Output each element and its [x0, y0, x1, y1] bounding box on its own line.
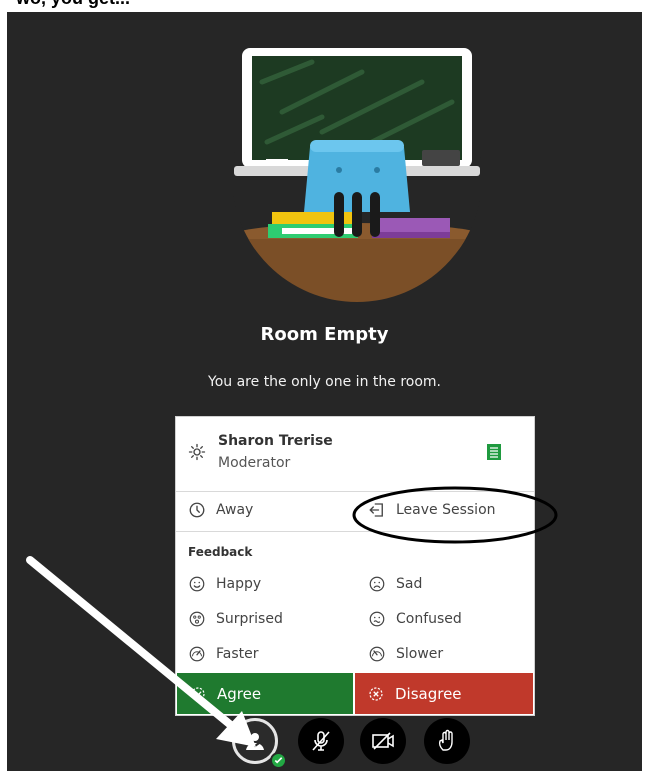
- feedback-slower-button[interactable]: Slower: [368, 645, 443, 663]
- settings-gear-icon[interactable]: [188, 443, 206, 461]
- faster-icon: [189, 646, 205, 662]
- raise-hand-icon: [438, 729, 453, 751]
- disagree-icon: [369, 686, 383, 701]
- room-status-title: Room Empty: [260, 324, 389, 345]
- vote-buttons: Agree Disagree: [177, 673, 533, 714]
- profile-section: Sharon Trerise Moderator: [176, 417, 534, 492]
- feedback-confused-button[interactable]: Confused: [368, 610, 462, 628]
- feedback-faster-button[interactable]: Faster: [188, 645, 259, 663]
- agree-label: Agree: [217, 684, 262, 703]
- away-button[interactable]: Away: [188, 501, 253, 519]
- sad-face-icon: [369, 576, 385, 592]
- room-status-message: You are the only one in the room.: [208, 374, 441, 390]
- microphone-toggle[interactable]: [298, 718, 344, 764]
- agree-button[interactable]: Agree: [177, 673, 353, 714]
- happy-face-icon: [189, 576, 205, 592]
- session-stage: Room Empty You are the only one in the r…: [7, 12, 642, 771]
- confused-face-icon: [369, 611, 385, 627]
- annotation-oval-highlight: [352, 486, 558, 544]
- notes-list-icon[interactable]: [487, 444, 501, 460]
- microphone-off-icon: [312, 731, 330, 751]
- raise-hand-button[interactable]: [424, 718, 470, 764]
- user-avatar-icon: [246, 733, 264, 750]
- user-role: Moderator: [218, 455, 291, 471]
- slower-icon: [369, 646, 385, 662]
- camera-toggle[interactable]: [360, 718, 406, 764]
- disagree-label: Disagree: [395, 684, 462, 703]
- feedback-happy-label: Happy: [216, 576, 262, 592]
- my-status-button[interactable]: [232, 718, 287, 769]
- user-name: Sharon Trerise: [218, 433, 333, 449]
- checkmark-icon: [274, 757, 283, 764]
- feedback-faster-label: Faster: [216, 646, 259, 662]
- away-label: Away: [216, 502, 254, 518]
- feedback-sad-button[interactable]: Sad: [368, 575, 422, 593]
- feedback-confused-label: Confused: [396, 611, 462, 627]
- feedback-slower-label: Slower: [396, 646, 444, 662]
- feedback-sad-label: Sad: [396, 576, 423, 592]
- page-header-strip: wo, you get...: [0, 0, 649, 12]
- status-ok-badge: [270, 752, 287, 769]
- feedback-surprised-label: Surprised: [216, 611, 283, 627]
- clock-icon: [189, 502, 205, 518]
- feedback-happy-button[interactable]: Happy: [188, 575, 261, 593]
- my-status-panel: Sharon Trerise Moderator Away Leave Sess…: [175, 416, 535, 716]
- camera-off-icon: [372, 732, 394, 750]
- feedback-heading: Feedback: [188, 545, 253, 559]
- disagree-button[interactable]: Disagree: [355, 673, 533, 714]
- agree-icon: [191, 686, 205, 701]
- feedback-surprised-button[interactable]: Surprised: [188, 610, 283, 628]
- page-header-text: wo, you get...: [16, 0, 130, 9]
- surprised-face-icon: [189, 611, 205, 627]
- empty-room-illustration: [232, 48, 482, 302]
